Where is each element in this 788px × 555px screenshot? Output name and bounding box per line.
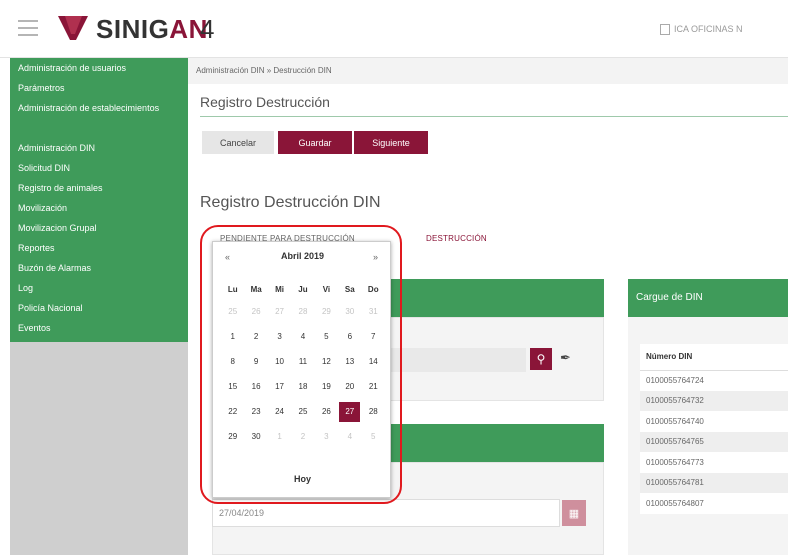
sidebar-item-establishments[interactable]: Administración de establecimientos: [10, 98, 188, 138]
page-title: Registro Destrucción: [200, 94, 330, 110]
table-row[interactable]: 0100055764781: [640, 472, 788, 493]
tab-destruction[interactable]: DESTRUCCIÓN: [426, 234, 487, 243]
din-table: Número DIN 0100055764724 0100055764732 0…: [640, 344, 788, 514]
sidebar-item-parameters[interactable]: Parámetros: [10, 78, 188, 98]
search-icon: ⚲: [536, 352, 546, 366]
logo-icon: [58, 16, 88, 40]
app-version: 4: [200, 14, 215, 44]
search-button[interactable]: ⚲: [530, 348, 552, 370]
highlight-annotation: [200, 225, 402, 504]
table-row[interactable]: 0100055764724: [640, 370, 788, 391]
table-row[interactable]: 0100055764740: [640, 411, 788, 432]
table-row[interactable]: 0100055764765: [640, 431, 788, 452]
sidebar-item-user-admin[interactable]: Administración de usuarios: [10, 58, 188, 78]
search-input[interactable]: [384, 348, 526, 372]
column-header-din-number: Número DIN: [640, 344, 788, 371]
hamburger-menu-icon[interactable]: [18, 20, 38, 36]
title-divider: [200, 116, 788, 117]
sidebar-item-group-mobilization[interactable]: Movilizacion Grupal: [10, 218, 188, 238]
cancel-button[interactable]: Cancelar: [202, 131, 274, 154]
sidebar-item-animal-registry[interactable]: Registro de animales: [10, 178, 188, 198]
sidebar-item-national-police[interactable]: Policía Nacional: [10, 298, 188, 318]
top-bar: SINIGAN 4 ICA OFICINAS N: [0, 0, 788, 58]
logo-text-main: SINIG: [96, 14, 170, 44]
sidebar-item-alarm-inbox[interactable]: Buzón de Alarmas: [10, 258, 188, 278]
table-row[interactable]: 0100055764732: [640, 390, 788, 411]
sidebar-item-events[interactable]: Eventos: [10, 318, 188, 338]
sidebar-item-din-request[interactable]: Solicitud DIN: [10, 158, 188, 178]
calendar-button[interactable]: ▦: [562, 500, 586, 526]
table-row[interactable]: 0100055764773: [640, 452, 788, 473]
calendar-icon: ▦: [568, 507, 580, 520]
sidebar-item-reports[interactable]: Reportes: [10, 238, 188, 258]
office-label: ICA OFICINAS N: [674, 24, 743, 34]
office-selector[interactable]: ICA OFICINAS N: [660, 24, 743, 36]
sidebar-item-mobilization[interactable]: Movilización: [10, 198, 188, 218]
table-row[interactable]: 0100055764807: [640, 493, 788, 514]
sidebar-item-log[interactable]: Log: [10, 278, 188, 298]
breadcrumb: Administración DIN » Destrucción DIN: [188, 58, 788, 84]
logo-text: SINIGAN: [96, 14, 208, 45]
save-button[interactable]: Guardar: [278, 131, 352, 154]
sidebar: Administración de usuarios Parámetros Ad…: [10, 58, 188, 555]
sidebar-item-din-admin[interactable]: Administración DIN: [10, 138, 188, 158]
eraser-icon[interactable]: ✒: [560, 350, 571, 366]
building-icon: [660, 24, 670, 36]
section-title: Registro Destrucción DIN: [200, 194, 381, 211]
next-button[interactable]: Siguiente: [354, 131, 428, 154]
cargue-din-header: Cargue de DIN: [628, 279, 788, 317]
sidebar-menu: Administración de usuarios Parámetros Ad…: [10, 58, 188, 342]
